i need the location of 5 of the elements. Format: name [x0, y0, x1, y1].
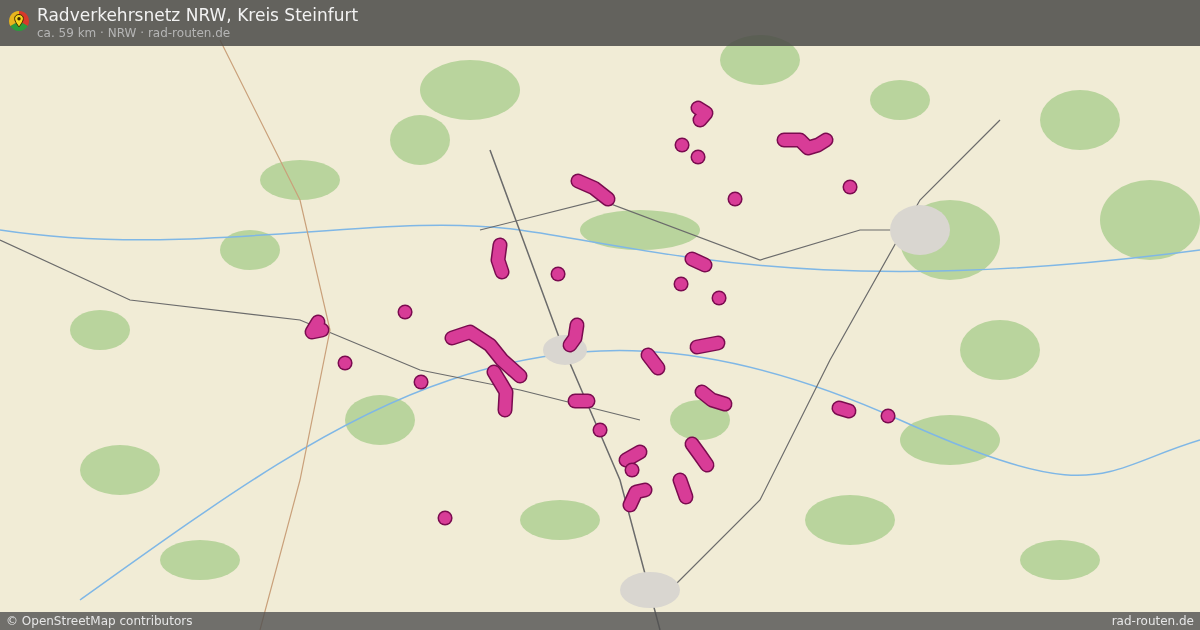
map-subtitle: ca. 59 km · NRW · rad-routen.de: [37, 26, 232, 41]
site-name: rad-routen.de: [1111, 613, 1194, 630]
attribution-text: © OpenStreetMap contributors: [6, 613, 193, 630]
location-pin-icon: [9, 11, 29, 31]
map-title: Radverkehrsnetz NRW, Kreis Steinfurt: [37, 4, 359, 26]
